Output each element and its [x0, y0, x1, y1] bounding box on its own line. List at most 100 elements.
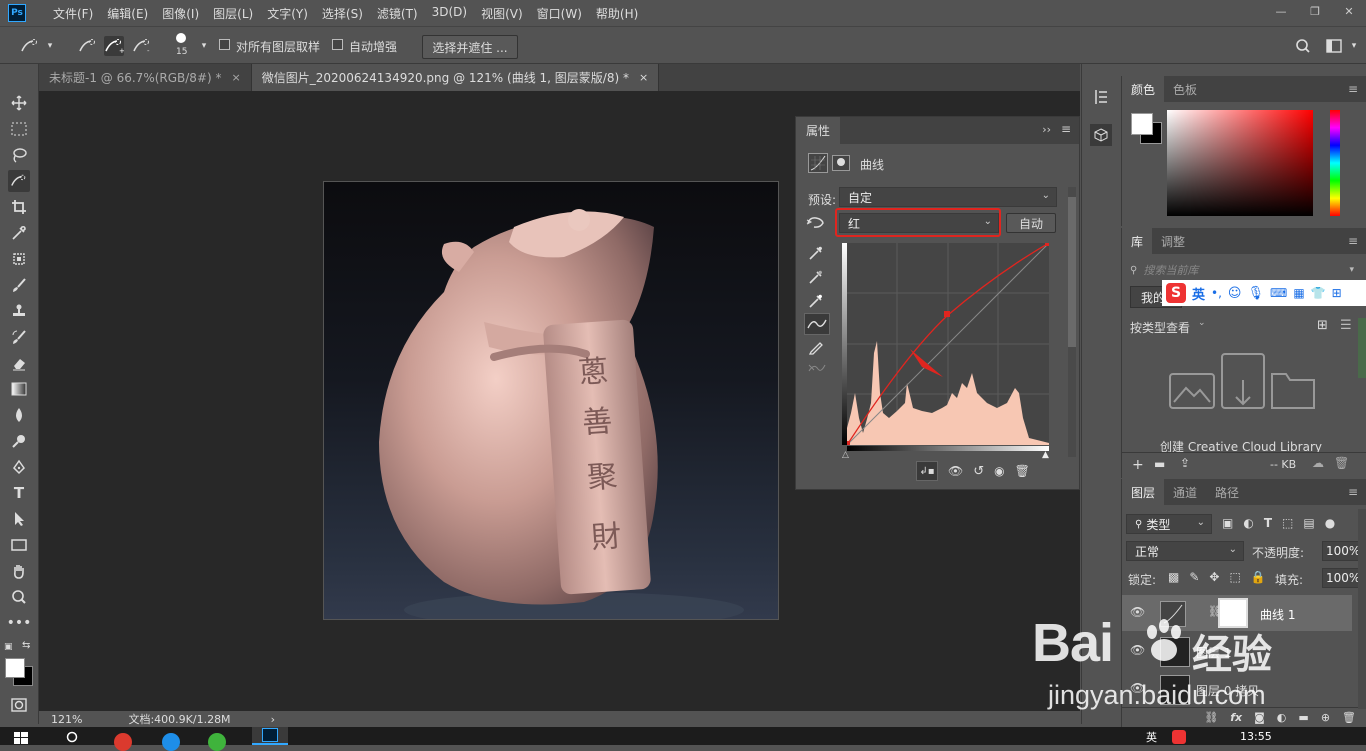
zoom-level[interactable]: 121% [51, 713, 82, 726]
collapse-icon[interactable]: ›› [1042, 123, 1051, 136]
preset-dropdown[interactable]: 自定 ⌄ [839, 187, 1057, 207]
targeted-adjust-hand-icon[interactable] [806, 213, 826, 234]
workspace-icon[interactable] [1324, 36, 1344, 56]
brush-preview-icon[interactable] [176, 33, 186, 43]
blend-mode-dropdown[interactable]: 正常 ⌄ [1126, 541, 1244, 561]
stamp-tool-icon[interactable] [8, 300, 30, 322]
menu-file[interactable]: 文件(F) [46, 5, 100, 22]
chevron-down-icon[interactable]: ⌄ [1198, 318, 1206, 328]
folder-icon[interactable]: ▬ [1154, 457, 1165, 471]
list-view-icon[interactable]: ☰ [1340, 318, 1352, 333]
tab-color[interactable]: 颜色 [1122, 76, 1165, 102]
menu-help[interactable]: 帮助(H) [589, 5, 645, 22]
status-arrow-icon[interactable]: › [271, 713, 275, 726]
foreground-color-swatch[interactable] [5, 658, 25, 678]
move-tool-icon[interactable] [8, 92, 30, 114]
new-selection-icon[interactable] [78, 36, 98, 56]
menu-edit[interactable]: 编辑(E) [100, 5, 155, 22]
hand-tool-icon[interactable] [8, 560, 30, 582]
cloud-icon[interactable]: ☁ [1312, 456, 1324, 470]
sample-all-layers-checkbox[interactable] [219, 39, 230, 50]
upload-icon[interactable]: ⇪ [1180, 456, 1190, 470]
black-slider-icon[interactable]: △ [842, 450, 849, 460]
search-icon[interactable] [1293, 36, 1313, 56]
eyedropper-tool-icon[interactable] [8, 222, 30, 244]
menu-select[interactable]: 选择(S) [315, 5, 370, 22]
reset-icon[interactable]: ↺ [973, 464, 984, 479]
tab-paths[interactable]: 路径 [1206, 479, 1248, 505]
visibility-icon[interactable]: ◉ [994, 464, 1004, 478]
more-tools-icon[interactable]: ••• [7, 612, 32, 634]
pixel-filter-icon[interactable]: ▣ [1222, 516, 1233, 530]
close-button[interactable]: ✕ [1332, 0, 1366, 22]
tray-ime[interactable]: 英 [1146, 729, 1157, 745]
tab-swatches[interactable]: 色板 [1164, 76, 1206, 102]
tab-close-icon[interactable]: × [232, 71, 241, 84]
workspace-chevron-icon[interactable]: ▾ [1344, 36, 1364, 56]
eraser-tool-icon[interactable] [8, 352, 30, 374]
subtract-selection-icon[interactable]: - [132, 36, 152, 56]
pen-tool-icon[interactable] [8, 456, 30, 478]
tab-close-icon[interactable]: × [639, 71, 648, 84]
gray-point-eyedropper-icon[interactable] [808, 269, 824, 288]
tab-channels[interactable]: 通道 [1164, 479, 1206, 505]
panel-menu-icon[interactable]: ≡ [1348, 234, 1358, 248]
tab-adjustments[interactable]: 调整 [1152, 228, 1194, 254]
sogou-tray-icon[interactable] [1172, 730, 1186, 744]
smooth-curve-icon[interactable] [808, 361, 826, 378]
layer-mask-icon[interactable] [832, 155, 850, 171]
quick-select-preset-icon[interactable] [20, 36, 40, 56]
tab-layers[interactable]: 图层 [1122, 479, 1165, 505]
ime-lang[interactable]: 英 [1192, 284, 1205, 303]
minimize-button[interactable]: — [1264, 0, 1298, 22]
filter-toggle-icon[interactable]: ● [1325, 516, 1335, 530]
type-tool-icon[interactable]: T [8, 482, 30, 504]
wechat-icon[interactable] [208, 733, 226, 751]
tab-library[interactable]: 库 [1122, 228, 1153, 254]
swap-colors-icon[interactable]: ⇆ [22, 640, 30, 651]
lock-image-icon[interactable]: ✎ [1189, 570, 1199, 584]
history-icon[interactable] [1094, 88, 1110, 109]
3d-cube-icon[interactable] [1090, 124, 1112, 146]
color-field[interactable] [1167, 110, 1313, 216]
search-icon[interactable] [66, 731, 80, 745]
layer-filter-dropdown[interactable]: ⚲ 类型 ⌄ [1126, 514, 1212, 534]
toolbox-icon[interactable]: ▦ [1293, 286, 1304, 300]
add-icon[interactable]: + [1132, 457, 1144, 473]
crop-tool-icon[interactable] [8, 196, 30, 218]
lock-position-icon[interactable]: ✥ [1209, 570, 1219, 584]
chrome-icon[interactable] [114, 733, 132, 751]
keyboard-icon[interactable]: ⌨ [1270, 286, 1287, 300]
menu-window[interactable]: 窗口(W) [530, 5, 589, 22]
tab-untitled[interactable]: 未标题-1 @ 66.7%(RGB/8#) * × [39, 64, 252, 91]
microphone-icon[interactable]: 🎙 [1247, 286, 1264, 301]
pencil-draw-icon[interactable] [808, 339, 824, 358]
rectangle-tool-icon[interactable] [8, 534, 30, 556]
document-image[interactable]: 蔥 善 聚 財 [323, 181, 779, 620]
emoji-icon[interactable]: ☺ [1228, 286, 1242, 301]
tab-wechat-image[interactable]: 微信图片_20200624134920.png @ 121% (曲线 1, 图层… [251, 64, 660, 91]
menu-3d[interactable]: 3D(D) [425, 5, 474, 22]
view-previous-state-icon[interactable]: 👁 [948, 464, 963, 478]
auto-button[interactable]: 自动 [1006, 213, 1056, 233]
skin-icon[interactable]: 👕 [1311, 286, 1326, 300]
healing-brush-tool-icon[interactable] [8, 248, 30, 270]
panel-menu-icon[interactable]: ≡ [1348, 82, 1358, 96]
fg-swatch[interactable] [1131, 113, 1153, 135]
restore-button[interactable]: ❐ [1298, 0, 1332, 22]
blur-tool-icon[interactable] [8, 404, 30, 426]
brush-chevron-icon[interactable]: ▾ [194, 36, 214, 56]
grid-view-icon[interactable]: ⊞ [1317, 318, 1328, 333]
lock-all-icon[interactable]: 🔒 [1251, 570, 1266, 584]
quick-select-tool-icon[interactable] [8, 170, 30, 192]
type-filter-icon[interactable]: T [1264, 516, 1272, 530]
windows-start-icon[interactable] [14, 732, 28, 744]
lasso-tool-icon[interactable] [8, 144, 30, 166]
zoom-tool-icon[interactable] [8, 586, 30, 608]
menu-view[interactable]: 视图(V) [474, 5, 530, 22]
lock-transparent-icon[interactable]: ▩ [1168, 570, 1179, 584]
brush-tool-icon[interactable] [8, 274, 30, 296]
history-brush-tool-icon[interactable] [8, 326, 30, 348]
view-by-type[interactable]: 按类型查看 [1130, 319, 1190, 336]
clip-to-layer-icon[interactable]: ↲▪ [916, 461, 938, 481]
